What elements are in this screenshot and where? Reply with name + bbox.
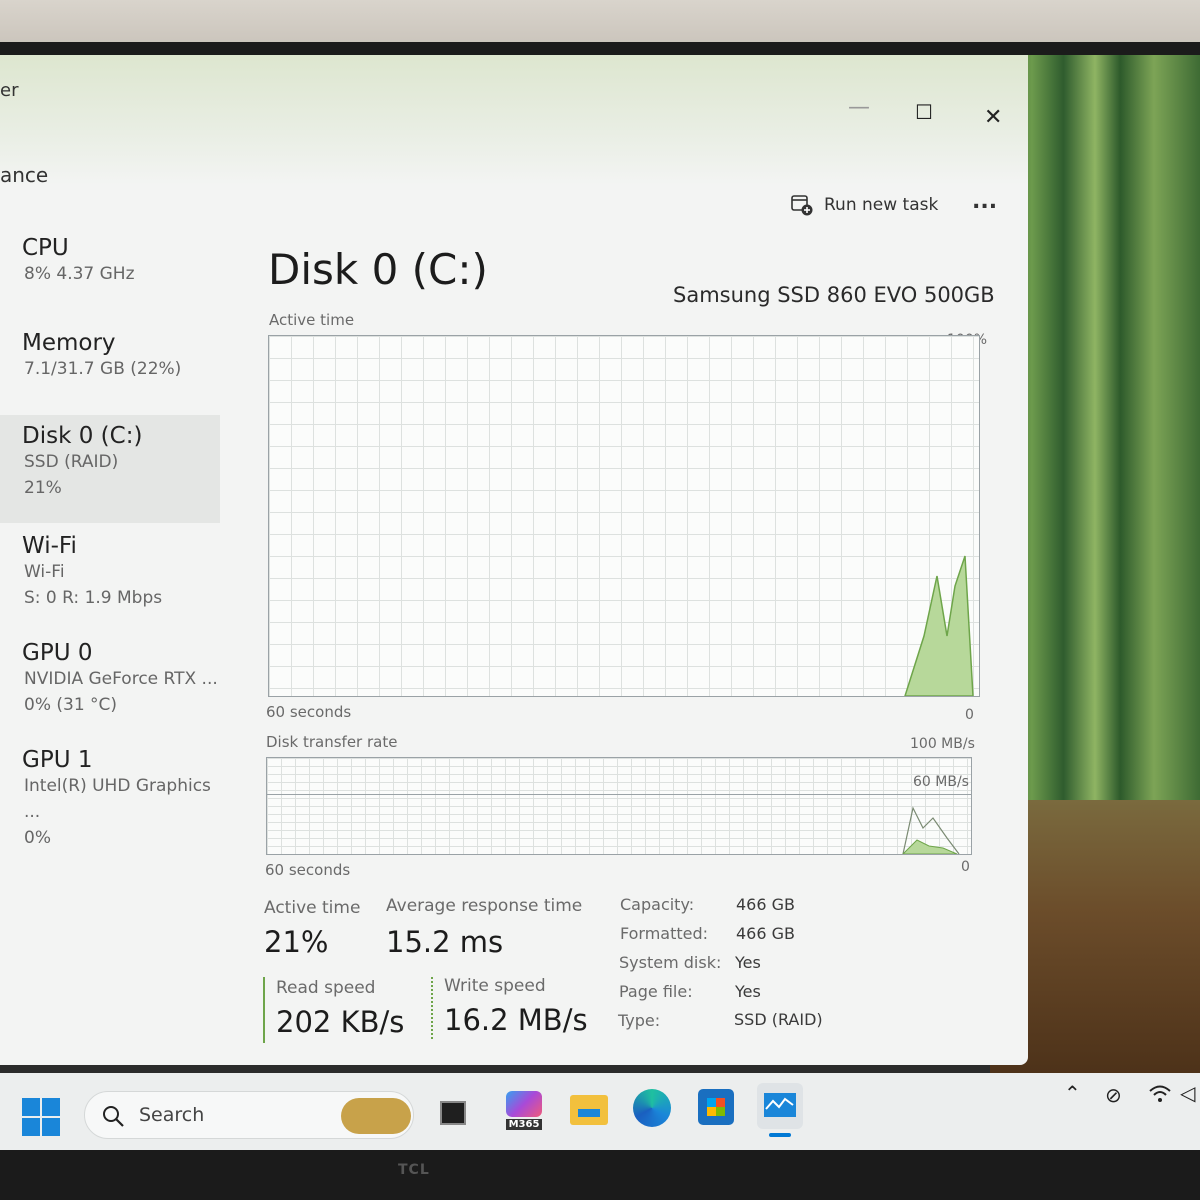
taskbar: Search M365 ⌃ ⊘ ◁ [0,1073,1200,1155]
search-placeholder: Search [139,1104,205,1126]
maximize-button[interactable]: ☐ [915,100,933,124]
stat-write-speed-label: Write speed [444,976,546,996]
sidebar-item-gpu-0[interactable]: GPU 0 NVIDIA GeForce RTX ... 0% (31 °C) [0,640,220,718]
page-title: Disk 0 (C:) [268,245,488,294]
sidebar-item-usage: 21% [24,478,62,498]
sidebar-item-title: GPU 0 [22,640,93,666]
info-system-disk-label: System disk: [619,953,722,972]
sidebar-item-detail: Wi-Fi [24,562,65,582]
windows-start-icon[interactable] [22,1098,60,1136]
active-time-graph-label: Active time [269,311,355,329]
monitor-bezel-bottom: TCL [0,1150,1200,1200]
sidebar-item-title: GPU 1 [22,747,93,773]
title-bar [0,55,1028,185]
file-explorer-icon[interactable] [570,1095,608,1125]
task-manager-taskbar-icon[interactable] [757,1083,803,1129]
info-system-disk-value: Yes [735,953,761,972]
transfer-rate-graph-zero: 0 [961,859,970,875]
stat-read-speed-label: Read speed [276,978,376,998]
m365-label: M365 [506,1119,542,1130]
m365-app-icon[interactable]: M365 [506,1091,546,1135]
sidebar-item-title: Memory [22,330,116,356]
sidebar-item-gpu-1[interactable]: GPU 1 Intel(R) UHD Graphics ... 0% [0,747,220,851]
search-highlight-icon [341,1098,411,1134]
task-manager-icon [764,1093,796,1117]
sidebar-item-memory[interactable]: Memory 7.1/31.7 GB (22%) [0,330,220,382]
wifi-icon[interactable] [1148,1083,1172,1105]
transfer-rate-graph: 60 MB/s [266,757,972,855]
active-app-indicator [769,1133,791,1137]
active-time-area [904,555,974,696]
transfer-rate-graph-max: 100 MB/s [910,736,975,752]
sidebar-item-detail: Intel(R) UHD Graphics ... [24,776,211,822]
sidebar-item-detail: SSD (RAID) [24,452,119,472]
info-page-file-value: Yes [735,982,761,1001]
info-page-file-label: Page file: [619,982,693,1001]
stat-active-time-label: Active time [264,898,361,918]
stat-write-speed-value: 16.2 MB/s [444,1003,588,1037]
write-speed-indicator [431,977,433,1039]
search-icon [103,1106,124,1127]
sidebar-item-title: Disk 0 (C:) [22,423,143,449]
sidebar-item-cpu[interactable]: CPU 8% 4.37 GHz [0,235,220,287]
info-capacity-value: 466 GB [736,895,795,914]
edge-browser-icon[interactable] [633,1089,671,1127]
sidebar-item-usage: 0% [24,828,51,848]
more-options-button[interactable]: ... [972,189,997,214]
stat-response-time-label: Average response time [386,896,583,916]
sidebar-item-title: Wi-Fi [22,533,77,559]
minimize-button[interactable]: — [848,95,870,120]
run-new-task-button[interactable]: Run new task [790,190,940,220]
stat-response-time-value: 15.2 ms [386,925,504,959]
info-type-label: Type: [618,1011,661,1030]
active-time-graph-duration: 60 seconds [266,703,352,721]
task-view-icon[interactable] [440,1101,466,1125]
task-manager-window: er ance — ☐ ✕ Run new task ... CPU 8% 4.… [0,55,1028,1065]
sidebar-item-title: CPU [22,235,69,261]
sidebar-item-detail: NVIDIA GeForce RTX ... [24,669,218,689]
sidebar-item-detail: 7.1/31.7 GB (22%) [24,359,182,379]
stat-read-speed-value: 202 KB/s [276,1005,405,1039]
search-box[interactable]: Search [84,1091,414,1139]
sidebar-item-detail: 8% 4.37 GHz [24,264,135,284]
network-off-icon[interactable]: ⊘ [1105,1083,1122,1107]
active-time-graph-plot [904,555,974,696]
volume-icon[interactable]: ◁ [1180,1081,1195,1105]
info-capacity-label: Capacity: [620,895,695,914]
page-heading: ance [0,163,49,187]
info-formatted-label: Formatted: [620,924,709,943]
transfer-rate-graph-duration: 60 seconds [265,861,351,879]
run-task-icon [791,195,813,216]
microsoft-store-icon[interactable] [698,1089,734,1125]
sidebar-item-wifi[interactable]: Wi-Fi Wi-Fi S: 0 R: 1.9 Mbps [0,533,220,611]
sidebar-item-disk-0[interactable]: Disk 0 (C:) SSD (RAID) 21% [0,423,220,501]
info-formatted-value: 466 GB [736,924,795,943]
device-name: Samsung SSD 860 EVO 500GB [673,283,995,307]
window-title: er [0,80,19,101]
transfer-rate-graph-plot [902,806,960,854]
run-new-task-label: Run new task [824,195,939,215]
active-time-graph [268,335,980,697]
monitor-brand-logo: TCL [398,1162,430,1178]
monitor-bezel-edge [0,42,1200,56]
sidebar-item-usage: 0% (31 °C) [24,695,118,715]
close-button[interactable]: ✕ [984,105,1002,130]
active-time-graph-zero: 0 [965,707,974,723]
read-speed-indicator [263,977,265,1043]
transfer-rate-write-area [902,839,958,854]
chevron-up-icon[interactable]: ⌃ [1064,1081,1081,1105]
sidebar-item-throughput: S: 0 R: 1.9 Mbps [24,588,163,608]
stat-active-time-value: 21% [264,925,329,959]
info-type-value: SSD (RAID) [734,1010,823,1029]
transfer-rate-graph-label: Disk transfer rate [266,733,398,751]
